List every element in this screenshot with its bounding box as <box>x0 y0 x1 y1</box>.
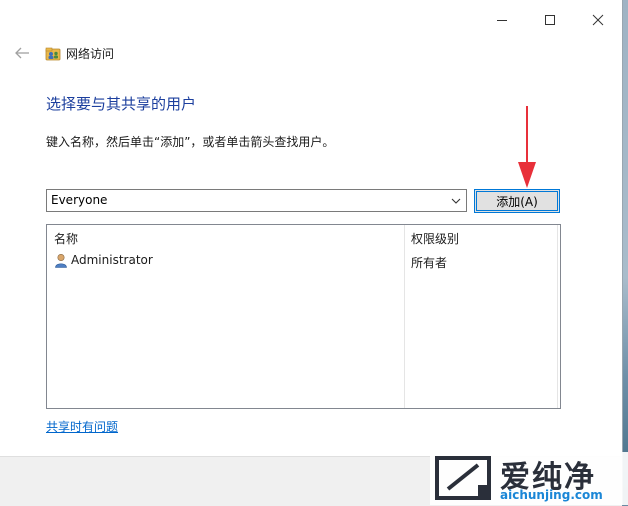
maximize-button[interactable] <box>530 6 570 34</box>
shared-users-list[interactable]: 名称 权限级别 Administrator 所有者 <box>46 224 561 409</box>
list-header: 名称 权限级别 <box>47 225 560 247</box>
minimize-button[interactable] <box>482 6 522 34</box>
title-bar <box>0 0 622 38</box>
maximize-icon <box>545 15 555 25</box>
watermark-logo-icon <box>435 456 491 500</box>
add-button-label: 添加(A) <box>496 194 538 209</box>
navigation-bar: 网络访问 <box>0 38 622 68</box>
back-button[interactable] <box>10 42 34 64</box>
user-name-cell: Administrator <box>71 253 153 267</box>
dropdown-button[interactable] <box>449 194 463 208</box>
page-heading: 选择要与其共享的用户 <box>46 95 197 113</box>
close-icon <box>592 14 604 26</box>
column-header-permission[interactable]: 权限级别 <box>411 230 459 247</box>
network-share-icon <box>45 47 61 61</box>
permission-cell[interactable]: 所有者 <box>411 254 447 271</box>
arrow-left-icon <box>15 47 29 59</box>
chevron-down-icon <box>451 198 461 204</box>
network-access-window: 网络访问 选择要与其共享的用户 键入名称，然后单击“添加”，或者单击箭头查找用户… <box>0 0 623 506</box>
user-name-combobox[interactable]: Everyone <box>46 189 467 212</box>
add-button[interactable]: 添加(A) <box>474 189 560 213</box>
user-name-value: Everyone <box>51 193 108 207</box>
column-header-name[interactable]: 名称 <box>54 230 78 247</box>
annotation-arrow-icon <box>518 106 536 188</box>
close-button[interactable] <box>578 6 618 34</box>
minimize-icon <box>497 20 507 21</box>
table-row[interactable]: Administrator 所有者 <box>47 249 560 271</box>
user-icon <box>55 253 67 268</box>
instruction-text: 键入名称，然后单击“添加”，或者单击箭头查找用户。 <box>46 135 335 149</box>
sharing-help-link[interactable]: 共享时有问题 <box>46 418 118 435</box>
watermark: 爱纯净 aichunjing.com <box>430 452 628 505</box>
watermark-url: aichunjing.com <box>500 488 603 502</box>
window-title: 网络访问 <box>66 47 115 61</box>
